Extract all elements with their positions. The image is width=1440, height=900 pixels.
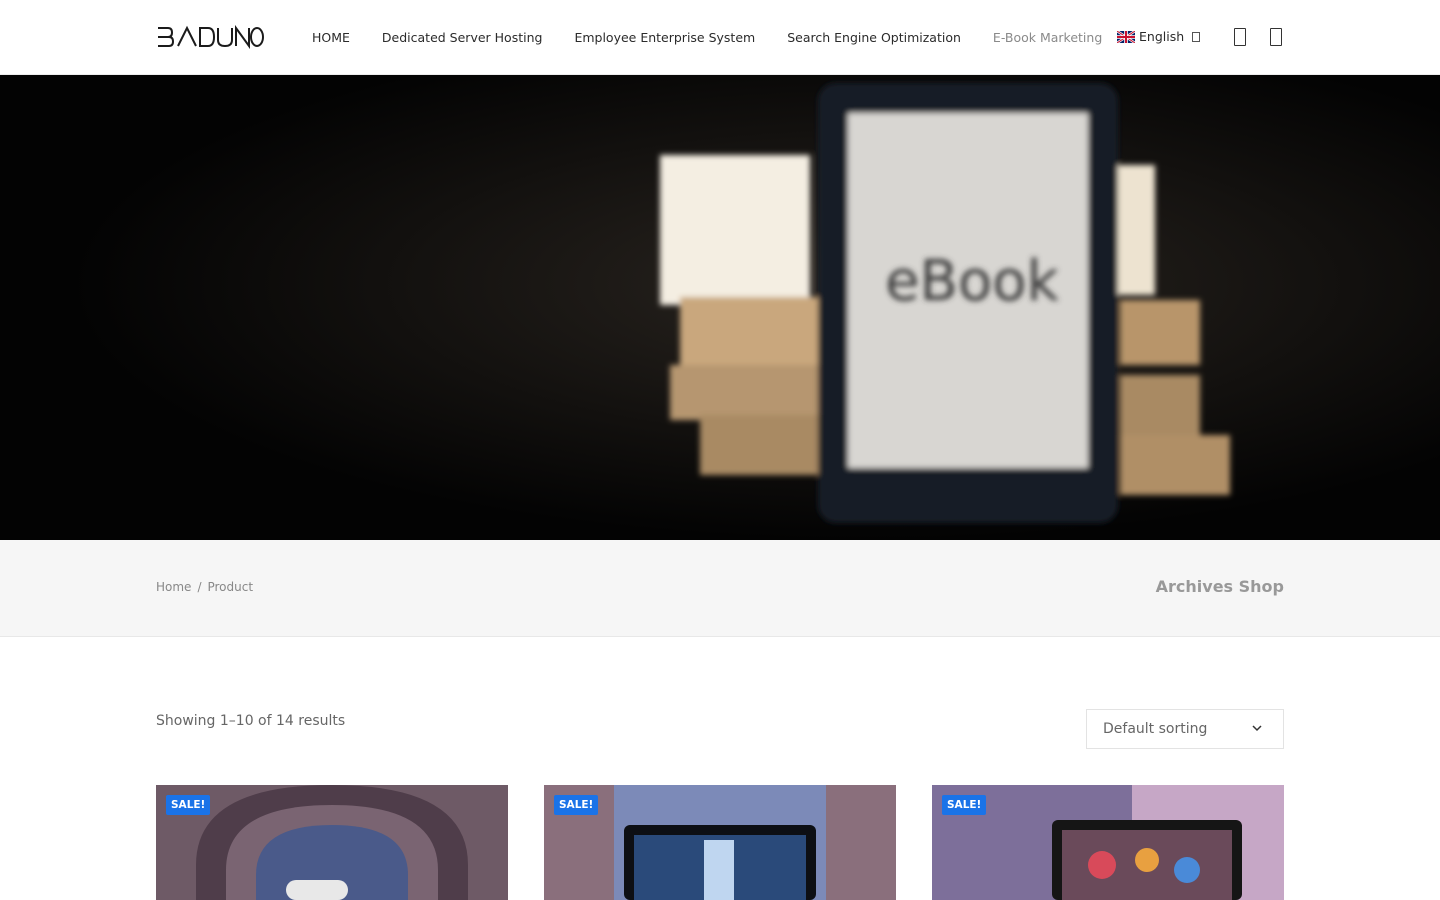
sale-badge: SALE! [942, 795, 987, 815]
product-card[interactable]: SALE! [932, 785, 1284, 900]
page-title: Archives Shop [1155, 577, 1284, 596]
uk-flag-icon [1117, 30, 1135, 43]
search-icon[interactable] [1234, 28, 1246, 46]
sorting-select[interactable]: Default sorting [1086, 709, 1284, 749]
chevron-down-icon [1192, 31, 1201, 42]
main-nav: HOME Dedicated Server Hosting Employee E… [312, 0, 1134, 75]
hero-image: eBook [0, 75, 1440, 540]
site-header: HOME Dedicated Server Hosting Employee E… [0, 0, 1440, 75]
nav-home[interactable]: HOME [312, 30, 350, 45]
nav-search-engine-optimization[interactable]: Search Engine Optimization [787, 30, 961, 45]
breadcrumb: Home / Product [156, 580, 253, 594]
nav-employee-enterprise-system[interactable]: Employee Enterprise System [574, 30, 755, 45]
chevron-down-icon [1252, 725, 1262, 732]
hero-banner: eBook [0, 75, 1440, 540]
breadcrumb-separator: / [197, 580, 202, 594]
logo-wordmark [158, 25, 264, 49]
nav-ebook-marketing[interactable]: E-Book Marketing [993, 30, 1102, 45]
sorting-selected: Default sorting [1103, 721, 1208, 737]
nav-dedicated-server-hosting[interactable]: Dedicated Server Hosting [382, 30, 543, 45]
language-switcher[interactable]: English [1117, 29, 1201, 44]
hero-ebook-text: eBook [885, 249, 1059, 314]
sale-badge: SALE! [554, 795, 599, 815]
result-count: Showing 1–10 of 14 results [156, 713, 346, 729]
site-logo[interactable] [156, 25, 264, 49]
sale-badge: SALE! [166, 795, 211, 815]
breadcrumb-current: Product [207, 580, 254, 594]
page-header: Home / Product Archives Shop [0, 540, 1440, 637]
product-card[interactable]: SALE! [544, 785, 896, 900]
language-label: English [1139, 29, 1185, 44]
cart-icon[interactable] [1270, 28, 1282, 46]
product-card[interactable]: SALE! [156, 785, 508, 900]
breadcrumb-home[interactable]: Home [156, 580, 191, 594]
